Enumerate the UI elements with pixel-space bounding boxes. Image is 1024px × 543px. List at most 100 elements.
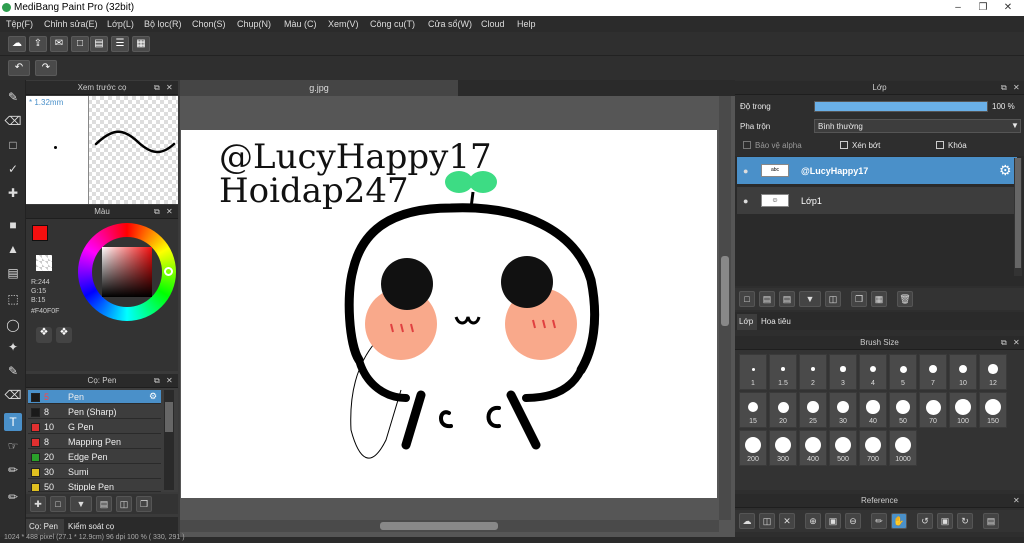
lasso-tool-icon[interactable]: ◯ xyxy=(4,316,22,334)
close-panel-icon[interactable]: ✕ xyxy=(166,205,173,219)
menu-capture[interactable]: Chụp(N) xyxy=(237,19,271,29)
zoom-in-icon[interactable]: ⊕ xyxy=(805,513,821,529)
close-panel-icon[interactable]: ✕ xyxy=(1013,81,1020,95)
brush-size-cell[interactable]: 500 xyxy=(829,430,857,466)
clipping-checkbox[interactable] xyxy=(840,141,848,149)
brush-size-cell[interactable]: 1.5 xyxy=(769,354,797,390)
brush-item[interactable]: 8 Mapping Pen xyxy=(28,435,161,449)
fill-rect-tool-icon[interactable]: ■ xyxy=(4,216,22,234)
grid-icon[interactable]: ▦ xyxy=(132,36,150,52)
brush-item[interactable]: 8 Pen (Sharp) xyxy=(28,405,161,419)
hue-wheel[interactable] xyxy=(78,223,176,321)
brush-size-cell[interactable]: 1 xyxy=(739,354,767,390)
magic-wand-tool-icon[interactable]: ✦ xyxy=(4,338,22,356)
cloud-icon[interactable]: ☁ xyxy=(8,36,26,52)
brush-size-cell[interactable]: 200 xyxy=(739,430,767,466)
menu-color[interactable]: Màu (C) xyxy=(284,19,317,29)
brush-size-cell[interactable]: 150 xyxy=(979,392,1007,428)
new-brush-icon[interactable]: □ xyxy=(50,496,66,512)
brush-item[interactable]: 30 Sumi xyxy=(28,465,161,479)
eyedropper-tool-icon[interactable]: ✏ xyxy=(4,461,22,479)
brush-size-cell[interactable]: 25 xyxy=(799,392,827,428)
delete-layer-icon[interactable]: 🗑 xyxy=(897,291,913,307)
new-layer-icon[interactable]: □ xyxy=(739,291,755,307)
add-layer-menu-icon[interactable]: ▼ xyxy=(799,291,821,307)
undock-icon[interactable]: ⧉ xyxy=(154,374,160,388)
minimize-icon[interactable]: – xyxy=(950,1,966,14)
restore-icon[interactable]: ❐ xyxy=(975,1,991,14)
brush-menu-icon[interactable]: ▼ xyxy=(70,496,92,512)
document-icon[interactable]: ▤ xyxy=(90,36,108,52)
brush-size-cell[interactable]: 2 xyxy=(799,354,827,390)
brush-size-cell[interactable]: 100 xyxy=(949,392,977,428)
menu-tools[interactable]: Công cụ(T) xyxy=(370,19,415,29)
menu-help[interactable]: Help xyxy=(517,19,536,29)
brush-size-cell[interactable]: 70 xyxy=(919,392,947,428)
redo-icon[interactable]: ↷ xyxy=(35,60,57,76)
brush-settings-icon[interactable]: ⚙ xyxy=(149,391,157,402)
menu-filter[interactable]: Bộ lọc(R) xyxy=(144,19,182,29)
document-tab[interactable]: g.jpg xyxy=(180,80,458,96)
tab-layer[interactable]: Lớp xyxy=(737,314,757,330)
dot-tool-icon[interactable]: ✓ xyxy=(4,160,22,178)
brush-size-cell[interactable]: 4 xyxy=(859,354,887,390)
open-folder-icon[interactable]: ◫ xyxy=(759,513,775,529)
merge-layer-icon[interactable]: ▦ xyxy=(871,291,887,307)
layer-list-scrollbar[interactable] xyxy=(1014,158,1022,276)
brush-size-cell[interactable]: 30 xyxy=(829,392,857,428)
brush-size-cell[interactable]: 15 xyxy=(739,392,767,428)
brush-item[interactable]: 10 G Pen xyxy=(28,420,161,434)
brush-size-cell[interactable]: 40 xyxy=(859,392,887,428)
undo-icon[interactable]: ↶ xyxy=(8,60,30,76)
opacity-slider[interactable] xyxy=(814,101,988,112)
layer-row[interactable]: ● ☺ Lớp1 xyxy=(737,187,1017,215)
brush-size-cell[interactable]: 50 xyxy=(889,392,917,428)
fullscreen-icon[interactable]: ▣ xyxy=(937,513,953,529)
undock-icon[interactable]: ⧉ xyxy=(154,81,160,95)
horizontal-scrollbar[interactable] xyxy=(180,520,719,532)
lock-checkbox[interactable] xyxy=(936,141,944,149)
close-panel-icon[interactable]: ✕ xyxy=(166,81,173,95)
menu-layer[interactable]: Lớp(L) xyxy=(107,19,134,29)
close-panel-icon[interactable]: ✕ xyxy=(1013,494,1020,508)
vertical-scrollbar[interactable] xyxy=(719,96,731,520)
comment-icon[interactable]: ✉ xyxy=(50,36,68,52)
brush-size-cell[interactable]: 20 xyxy=(769,392,797,428)
saturation-square[interactable] xyxy=(102,247,152,297)
rectangle-tool-icon[interactable]: □ xyxy=(4,136,22,154)
duplicate-layer-icon[interactable]: ❐ xyxy=(851,291,867,307)
brush-tool-icon[interactable]: ✎ xyxy=(4,88,22,106)
brush-size-cell[interactable]: 700 xyxy=(859,430,887,466)
palette-alt-icon[interactable]: ❖ xyxy=(56,327,72,343)
rotate-left-icon[interactable]: ↺ xyxy=(917,513,933,529)
foreground-color-swatch[interactable] xyxy=(32,225,48,241)
close-reference-icon[interactable]: ✕ xyxy=(779,513,795,529)
brush-list-scrollbar[interactable] xyxy=(164,390,174,490)
upload-icon[interactable]: ⇪ xyxy=(29,36,47,52)
undock-icon[interactable]: ⧉ xyxy=(154,205,160,219)
close-panel-icon[interactable]: ✕ xyxy=(1013,336,1020,350)
brush-size-cell[interactable]: 5 xyxy=(889,354,917,390)
brush-item[interactable]: 50 Stipple Pen xyxy=(28,480,161,492)
gradient-tool-icon[interactable]: ▤ xyxy=(4,264,22,282)
visibility-icon[interactable]: ● xyxy=(743,166,748,176)
select-eraser-tool-icon[interactable]: ⌫ xyxy=(4,386,22,404)
duplicate-icon[interactable]: ❐ xyxy=(136,496,152,512)
new-layer-8bit-icon[interactable]: ▤ xyxy=(759,291,775,307)
hand-icon[interactable]: ✋ xyxy=(891,513,907,529)
tab-navigator[interactable]: Hoa tiêu xyxy=(761,317,791,326)
brush-size-cell[interactable]: 7 xyxy=(919,354,947,390)
new-layer-1bit-icon[interactable]: ▤ xyxy=(779,291,795,307)
menu-edit[interactable]: Chỉnh sửa(E) xyxy=(44,19,98,29)
menu-select[interactable]: Chọn(S) xyxy=(192,19,226,29)
close-icon[interactable]: ✕ xyxy=(1000,1,1016,14)
fit-icon[interactable]: ▣ xyxy=(825,513,841,529)
close-panel-icon[interactable]: ✕ xyxy=(166,374,173,388)
brush-size-cell[interactable]: 3 xyxy=(829,354,857,390)
document-canvas[interactable]: @LucyHappy17 Hoidap247 xyxy=(181,130,717,498)
undock-icon[interactable]: ⧉ xyxy=(1001,336,1007,350)
select-pen-tool-icon[interactable]: ✎ xyxy=(4,362,22,380)
eyedropper2-tool-icon[interactable]: ✏ xyxy=(4,488,22,506)
layer-settings-icon[interactable]: ⚙ xyxy=(999,162,1012,179)
visibility-icon[interactable]: ● xyxy=(743,196,748,206)
